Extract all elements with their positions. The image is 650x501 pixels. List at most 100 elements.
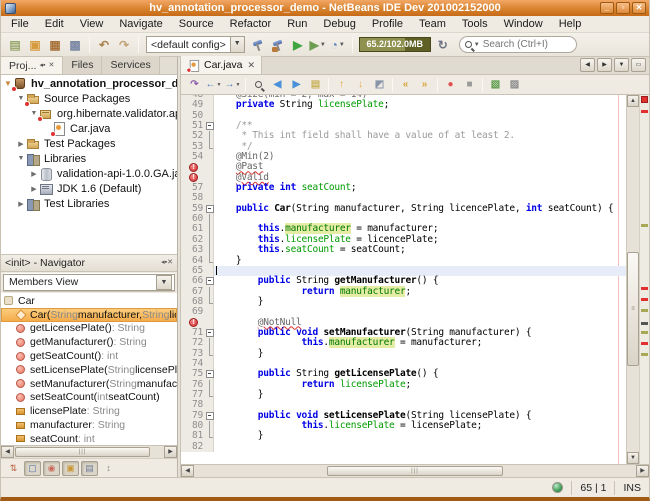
scroll-right-icon[interactable]: ▶ xyxy=(164,446,177,458)
error-stripe-mark[interactable] xyxy=(641,224,648,227)
close-icon[interactable]: ✕ xyxy=(167,259,173,267)
tab-projects[interactable]: Proj... ◂▪ ✕ xyxy=(1,56,63,74)
tree-item-libraries[interactable]: ▼Libraries xyxy=(1,151,177,166)
menu-view[interactable]: View xyxy=(72,17,112,31)
profile-project-button[interactable]: ◔▼ xyxy=(328,35,348,55)
navigator-hscrollbar[interactable]: ◀ ||| ▶ xyxy=(1,445,177,458)
find-previous-button[interactable]: ◀ xyxy=(268,76,287,93)
code-line-49[interactable]: 49 private String licensePlate; xyxy=(181,100,626,110)
code-fold-icon[interactable] xyxy=(205,204,214,214)
back-button[interactable]: ←▼ xyxy=(204,76,223,93)
error-icon[interactable]: ! xyxy=(189,173,198,182)
editor-hscrollbar[interactable]: ◀ ||| ▶ xyxy=(181,464,649,477)
quick-search-box[interactable]: ▼ xyxy=(459,36,577,53)
navigator-item[interactable]: Car(String manufacturer, String licenc xyxy=(1,308,177,322)
toggle-bookmark-button[interactable]: ◩ xyxy=(370,76,389,93)
menu-source[interactable]: Source xyxy=(171,17,222,31)
menu-team[interactable]: Team xyxy=(411,17,454,31)
close-button[interactable]: ✕ xyxy=(632,2,646,14)
show-fields-filter[interactable]: ◉ xyxy=(43,461,60,476)
navigator-item[interactable]: Car xyxy=(1,294,177,308)
minimize-panel-icon[interactable]: ◂▪ xyxy=(39,62,45,70)
previous-bookmark-button[interactable]: ↑ xyxy=(332,76,351,93)
navigator-item[interactable]: getLicensePlate() : String xyxy=(1,322,177,336)
chevron-down-icon[interactable]: ▼ xyxy=(230,37,244,52)
shift-left-button[interactable]: « xyxy=(396,76,415,93)
chevron-down-icon[interactable]: ▼ xyxy=(474,42,480,48)
chevron-down-icon[interactable]: ▼ xyxy=(217,82,222,88)
next-bookmark-button[interactable]: ↓ xyxy=(351,76,370,93)
tree-item-validation-api-1-0-0-ga-jar[interactable]: ▶validation-api-1.0.0.GA.jar xyxy=(1,166,177,181)
navigator-item[interactable]: licensePlate : String xyxy=(1,404,177,418)
scroll-up-icon[interactable]: ▲ xyxy=(627,95,639,107)
tree-item-test-libraries[interactable]: ▶Test Libraries xyxy=(1,196,177,211)
scroll-left-icon[interactable]: ◀ xyxy=(181,465,194,477)
sort-by-source-filter[interactable]: ↕ xyxy=(100,461,117,476)
code-fold-icon[interactable] xyxy=(205,297,214,307)
run-project-button[interactable]: ▶ xyxy=(288,35,308,55)
navigator-view-combobox[interactable]: Members View ▼ xyxy=(2,273,176,292)
editor-vscrollbar[interactable]: ▲ ≡ ▼ xyxy=(626,95,639,464)
code-line-57[interactable]: 57 private int seatCount; xyxy=(181,183,626,193)
tab-list-button[interactable]: ▼ xyxy=(614,58,629,72)
tab-files[interactable]: Files xyxy=(63,56,102,74)
code-line-82[interactable]: 82 xyxy=(181,442,626,452)
clean-build-project-button[interactable] xyxy=(268,35,288,55)
code-fold-icon[interactable] xyxy=(205,121,214,131)
code-fold-icon[interactable] xyxy=(205,328,214,338)
code-fold-icon[interactable] xyxy=(205,431,214,441)
last-edit-location-button[interactable]: ↷ xyxy=(185,76,204,93)
menu-tools[interactable]: Tools xyxy=(454,17,496,31)
menu-run[interactable]: Run xyxy=(279,17,315,31)
code-fold-icon[interactable] xyxy=(205,369,214,379)
debug-project-button[interactable]: ▶▼ xyxy=(308,35,328,55)
undo-button[interactable]: ↶ xyxy=(94,35,114,55)
show-non-public-members-filter[interactable]: ▤ xyxy=(81,461,98,476)
tree-item-test-packages[interactable]: ▶Test Packages xyxy=(1,136,177,151)
expand-closed-icon[interactable]: ▶ xyxy=(16,200,26,208)
redo-button[interactable]: ↷ xyxy=(114,35,134,55)
error-stripe[interactable] xyxy=(639,95,649,464)
editor-tab-car-java[interactable]: Car.java ✕ xyxy=(181,56,262,74)
code-fold-icon[interactable] xyxy=(205,214,214,224)
code-line-59[interactable]: 59 public Car(String manufacturer, Strin… xyxy=(181,204,626,214)
scroll-tabs-left-button[interactable]: ◀ xyxy=(580,58,595,72)
menu-refactor[interactable]: Refactor xyxy=(222,17,280,31)
show-inherited-members-filter[interactable]: ▢ xyxy=(24,461,41,476)
code-fold-icon[interactable] xyxy=(205,287,214,297)
maximize-button[interactable]: ▫ xyxy=(616,2,630,14)
error-stripe-mark[interactable] xyxy=(641,331,648,334)
error-stripe-mark[interactable] xyxy=(641,287,648,290)
error-summary-icon[interactable] xyxy=(641,96,648,103)
error-icon[interactable]: ! xyxy=(189,163,198,172)
code-fold-icon[interactable] xyxy=(205,421,214,431)
code-line-64[interactable]: 64 } xyxy=(181,256,626,266)
new-project-button[interactable]: ▣ xyxy=(25,35,45,55)
navigator-item[interactable]: getSeatCount() : int xyxy=(1,349,177,363)
code-line-77[interactable]: 77 } xyxy=(181,390,626,400)
code-fold-icon[interactable] xyxy=(205,390,214,400)
expand-closed-icon[interactable]: ▶ xyxy=(16,140,26,148)
search-input[interactable] xyxy=(483,39,563,50)
menu-file[interactable]: File xyxy=(5,17,37,31)
menu-window[interactable]: Window xyxy=(496,17,551,31)
code-fold-icon[interactable] xyxy=(205,131,214,141)
scroll-tabs-right-button[interactable]: ▶ xyxy=(597,58,612,72)
stop-macro-recording-button[interactable]: ■ xyxy=(460,76,479,93)
tab-services[interactable]: Services xyxy=(102,56,159,74)
tree-item-hv-annotation-processor-demo[interactable]: ▼hv_annotation_processor_demo xyxy=(1,76,177,91)
minimize-button[interactable]: _ xyxy=(600,2,614,14)
code-editor[interactable]: 48 @Size(min = 2, max = 14)49 private St… xyxy=(181,95,626,464)
menu-navigate[interactable]: Navigate xyxy=(111,17,170,31)
garbage-collect-button[interactable]: ↻ xyxy=(433,35,453,55)
expand-closed-icon[interactable]: ▶ xyxy=(29,185,39,193)
open-project-button[interactable]: ▦ xyxy=(45,35,65,55)
config-combobox[interactable]: <default config> ▼ xyxy=(146,36,245,53)
code-fold-icon[interactable] xyxy=(205,349,214,359)
chevron-down-icon[interactable]: ▼ xyxy=(236,82,241,88)
start-macro-recording-button[interactable]: ● xyxy=(441,76,460,93)
error-stripe-mark[interactable] xyxy=(641,342,648,345)
error-stripe-mark[interactable] xyxy=(641,353,648,356)
chevron-down-icon[interactable]: ▼ xyxy=(320,42,326,48)
close-icon[interactable]: ✕ xyxy=(48,62,54,70)
